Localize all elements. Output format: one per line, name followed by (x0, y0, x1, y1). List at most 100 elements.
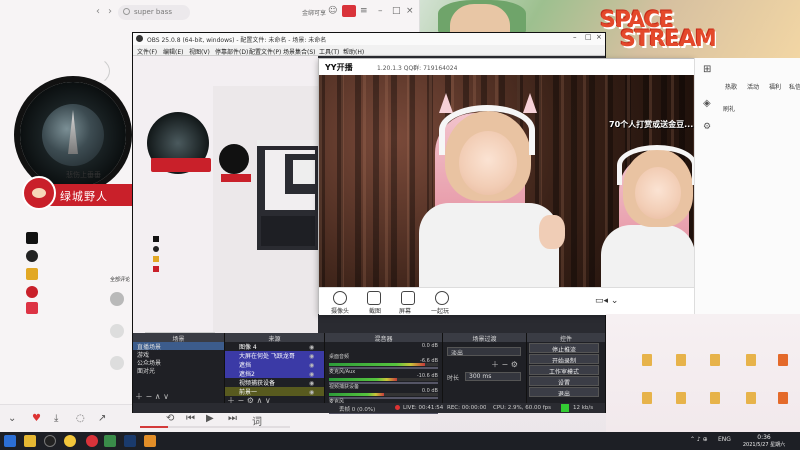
steam-taskbar-icon[interactable] (124, 435, 136, 447)
next-icon[interactable]: ⏭ (228, 413, 237, 424)
menu-help[interactable]: 帮助(H) (343, 47, 364, 56)
playback-progress[interactable] (140, 426, 290, 428)
scene-add-icon[interactable]: ＋ − ∧ ∨ (135, 391, 169, 402)
gold-bar-icon[interactable] (26, 268, 38, 280)
desktop-shortcut[interactable] (770, 392, 796, 404)
app-taskbar-icon[interactable] (144, 435, 156, 447)
download-icon[interactable]: ⤓ (54, 413, 58, 424)
loop-icon[interactable]: ⟲ (166, 413, 174, 424)
shortcut-icon (676, 354, 686, 366)
desktop-shortcut[interactable] (634, 392, 660, 404)
transition-select[interactable]: 淡出 (447, 347, 521, 356)
side-tab[interactable]: 福利 (769, 82, 781, 91)
commenter-avatar[interactable] (110, 292, 124, 306)
desktop-shortcut[interactable] (770, 354, 796, 366)
minimize-icon[interactable]: – (573, 33, 577, 41)
taskbar-clock[interactable]: 0:36 2021/5/27 星期六 (732, 434, 796, 448)
prev-icon[interactable]: ⏮ (186, 413, 195, 424)
desktop-shortcut[interactable] (702, 392, 728, 404)
artist-badge[interactable]: 悲伤上垂垂 绿城野人 (22, 171, 136, 210)
search-input[interactable]: super bass (118, 5, 190, 20)
desktop-shortcut[interactable] (738, 354, 764, 366)
camera-label: 摄像头 (331, 308, 350, 315)
side-item[interactable]: 刷礼 (723, 104, 735, 113)
menu-file[interactable]: 文件(F) (137, 47, 157, 56)
scene-item[interactable]: 直播场景 (133, 342, 224, 350)
qq-icon[interactable] (26, 250, 38, 262)
comment-icon[interactable]: ◌ (76, 413, 85, 424)
scene-item[interactable]: 面对光 (133, 366, 224, 374)
collapse-icon[interactable]: ⌄ (8, 413, 16, 424)
duration-label: 时长 (447, 375, 460, 382)
chrome-taskbar-icon[interactable] (64, 435, 76, 447)
mascot-avatar (22, 176, 56, 210)
menu-profile[interactable]: 配置文件(P) (249, 47, 281, 56)
shortcut-icon (778, 392, 788, 404)
scene-item[interactable]: 游戏 (133, 350, 224, 358)
start-recording-button[interactable]: 开始录制 (529, 354, 599, 364)
play-together-label: 一起玩 (431, 308, 450, 315)
scene-item[interactable]: 公众场景 (133, 358, 224, 366)
minimize-icon[interactable]: – (378, 6, 383, 16)
weibo-icon[interactable] (26, 286, 38, 298)
side-tab[interactable]: 私信 (789, 82, 800, 91)
maximize-icon[interactable]: □ (585, 33, 592, 41)
source-eye-icon[interactable]: ◉ ◉ ◉ ◉ ◉ ◉ (309, 343, 314, 397)
desktop-shortcut[interactable] (702, 354, 728, 366)
comments-tag[interactable]: 全部评论 (110, 276, 130, 283)
like-icon[interactable]: ♥ (32, 413, 41, 424)
obs-preview-canvas[interactable] (133, 56, 318, 356)
studio-mode-button[interactable]: 工作室模式 (529, 365, 599, 375)
menu-docks[interactable]: 停靠部件(D) (215, 47, 248, 56)
screen-share-button[interactable] (401, 291, 415, 305)
side-tab[interactable]: 热歌 (725, 82, 737, 91)
duration-input[interactable]: 300 ms (465, 372, 521, 381)
play-icon[interactable]: ▶ (206, 413, 214, 424)
share-icon[interactable]: ↗ (98, 413, 106, 424)
exit-button[interactable]: 退出 (529, 387, 599, 397)
live-indicator-icon (395, 405, 400, 410)
side-gift-icon[interactable]: ◈ (703, 98, 711, 109)
side-settings-icon[interactable]: ⚙ (703, 122, 711, 132)
desktop-shortcut[interactable] (668, 354, 694, 366)
maximize-icon[interactable]: □ (392, 6, 401, 16)
commenter-avatar[interactable] (110, 324, 124, 338)
menu-edit[interactable]: 编辑(E) (163, 47, 183, 56)
streamer-hand (539, 215, 565, 249)
menu-tools[interactable]: 工具(T) (319, 47, 339, 56)
commenter-avatar[interactable] (110, 356, 124, 370)
camera-button[interactable] (333, 291, 347, 305)
desktop-shortcut[interactable] (668, 392, 694, 404)
desktop-shortcut[interactable] (634, 354, 660, 366)
explorer-icon[interactable] (24, 435, 36, 447)
menu-scene-collection[interactable]: 场景集合(S) (283, 47, 316, 56)
back-icon[interactable]: ‹ (96, 6, 100, 17)
music-taskbar-icon[interactable] (86, 435, 98, 447)
menu-view[interactable]: 视图(V) (189, 47, 210, 56)
video-device-icon[interactable]: ▭◂ ⌄ (595, 296, 618, 306)
settings-button[interactable]: 设置 (529, 376, 599, 386)
side-menu-icon[interactable]: ⊞ (703, 64, 711, 75)
connection-quality-icon (561, 404, 569, 412)
app-taskbar-icon[interactable] (104, 435, 116, 447)
tray-icons[interactable]: ⌃ ♪ ⊕ (690, 436, 708, 443)
forward-icon[interactable]: › (108, 6, 112, 17)
vip-link[interactable]: 金绑可享 (302, 8, 326, 17)
start-icon[interactable] (4, 435, 16, 447)
stop-streaming-button[interactable]: 停止推流 (529, 343, 599, 353)
language-indicator[interactable]: ENG (718, 436, 731, 443)
play-together-button[interactable] (435, 291, 449, 305)
close-icon[interactable]: × (596, 33, 602, 41)
screenshot-button[interactable] (367, 291, 381, 305)
close-icon[interactable]: × (406, 6, 414, 16)
user-icon[interactable]: ☺ (328, 6, 337, 16)
transition-add-icon[interactable]: ＋ − ⚙ (491, 359, 518, 370)
menu-icon[interactable]: ≡ (360, 6, 368, 16)
tiktok-icon[interactable] (26, 232, 38, 244)
desktop-shortcut[interactable] (738, 392, 764, 404)
mail-icon[interactable] (342, 5, 356, 17)
obs-taskbar-icon[interactable] (44, 435, 56, 447)
side-tab[interactable]: 活动 (747, 82, 759, 91)
wallpaper-logo: SPACE STREAM (600, 8, 716, 52)
rocket-icon[interactable] (26, 302, 38, 314)
